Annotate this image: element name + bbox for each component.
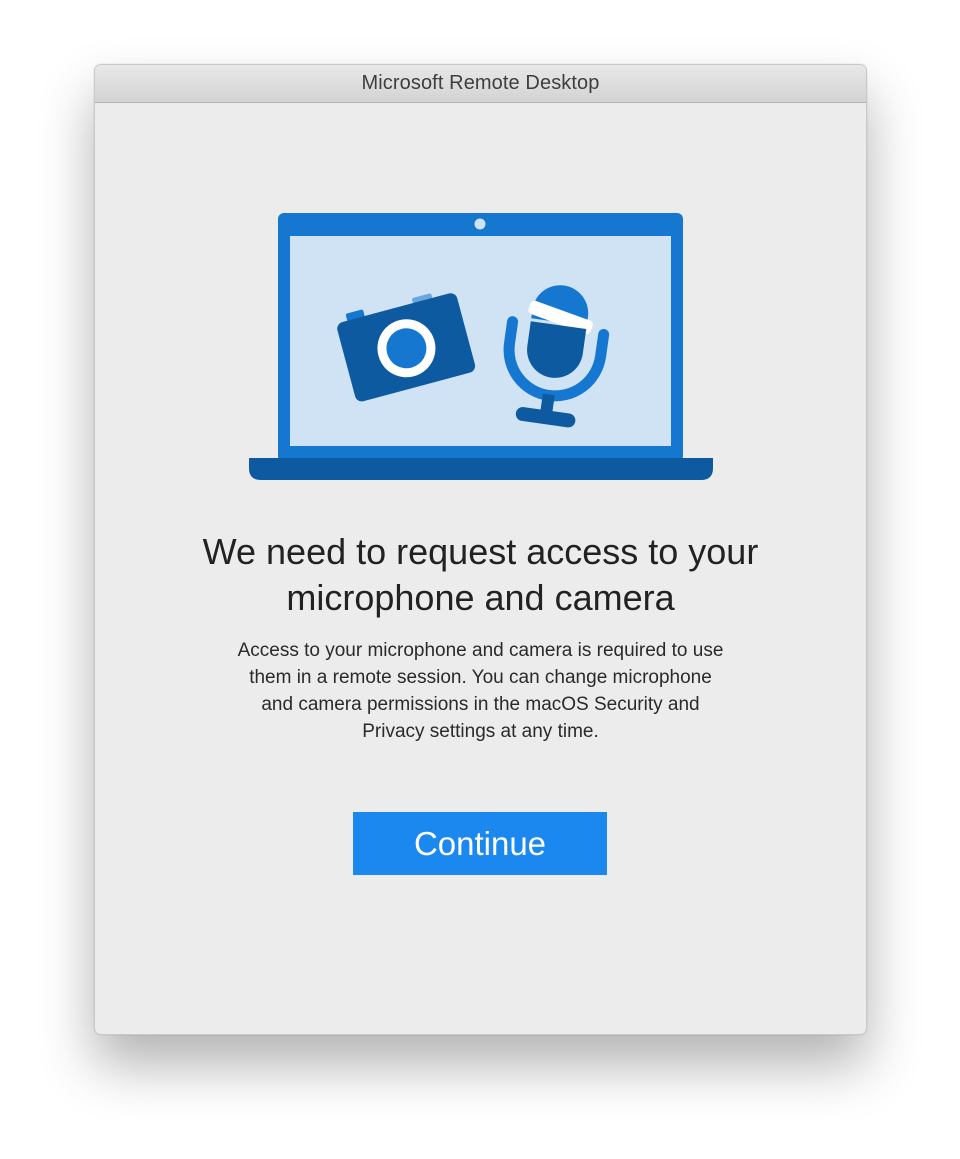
laptop-icon <box>249 213 713 480</box>
title-bar[interactable]: Microsoft Remote Desktop <box>95 65 866 103</box>
heading-line: We need to request access to your <box>202 531 759 572</box>
laptop-illustration <box>249 213 713 480</box>
permission-heading: We need to request access to your microp… <box>135 529 826 621</box>
description-line: Privacy settings at any time. <box>362 721 599 742</box>
app-window: Microsoft Remote Desktop We need to requ… <box>94 64 867 1035</box>
continue-button[interactable]: Continue <box>353 812 607 875</box>
description-line: Access to your microphone and camera is … <box>237 640 724 661</box>
description-line: and camera permissions in the macOS Secu… <box>261 694 700 715</box>
heading-line: microphone and camera <box>286 577 675 618</box>
window-title: Microsoft Remote Desktop <box>361 72 600 94</box>
permission-prompt: We need to request access to your microp… <box>95 103 866 1034</box>
permission-description: Access to your microphone and camera is … <box>155 637 806 745</box>
description-line: them in a remote session. You can change… <box>249 667 712 688</box>
